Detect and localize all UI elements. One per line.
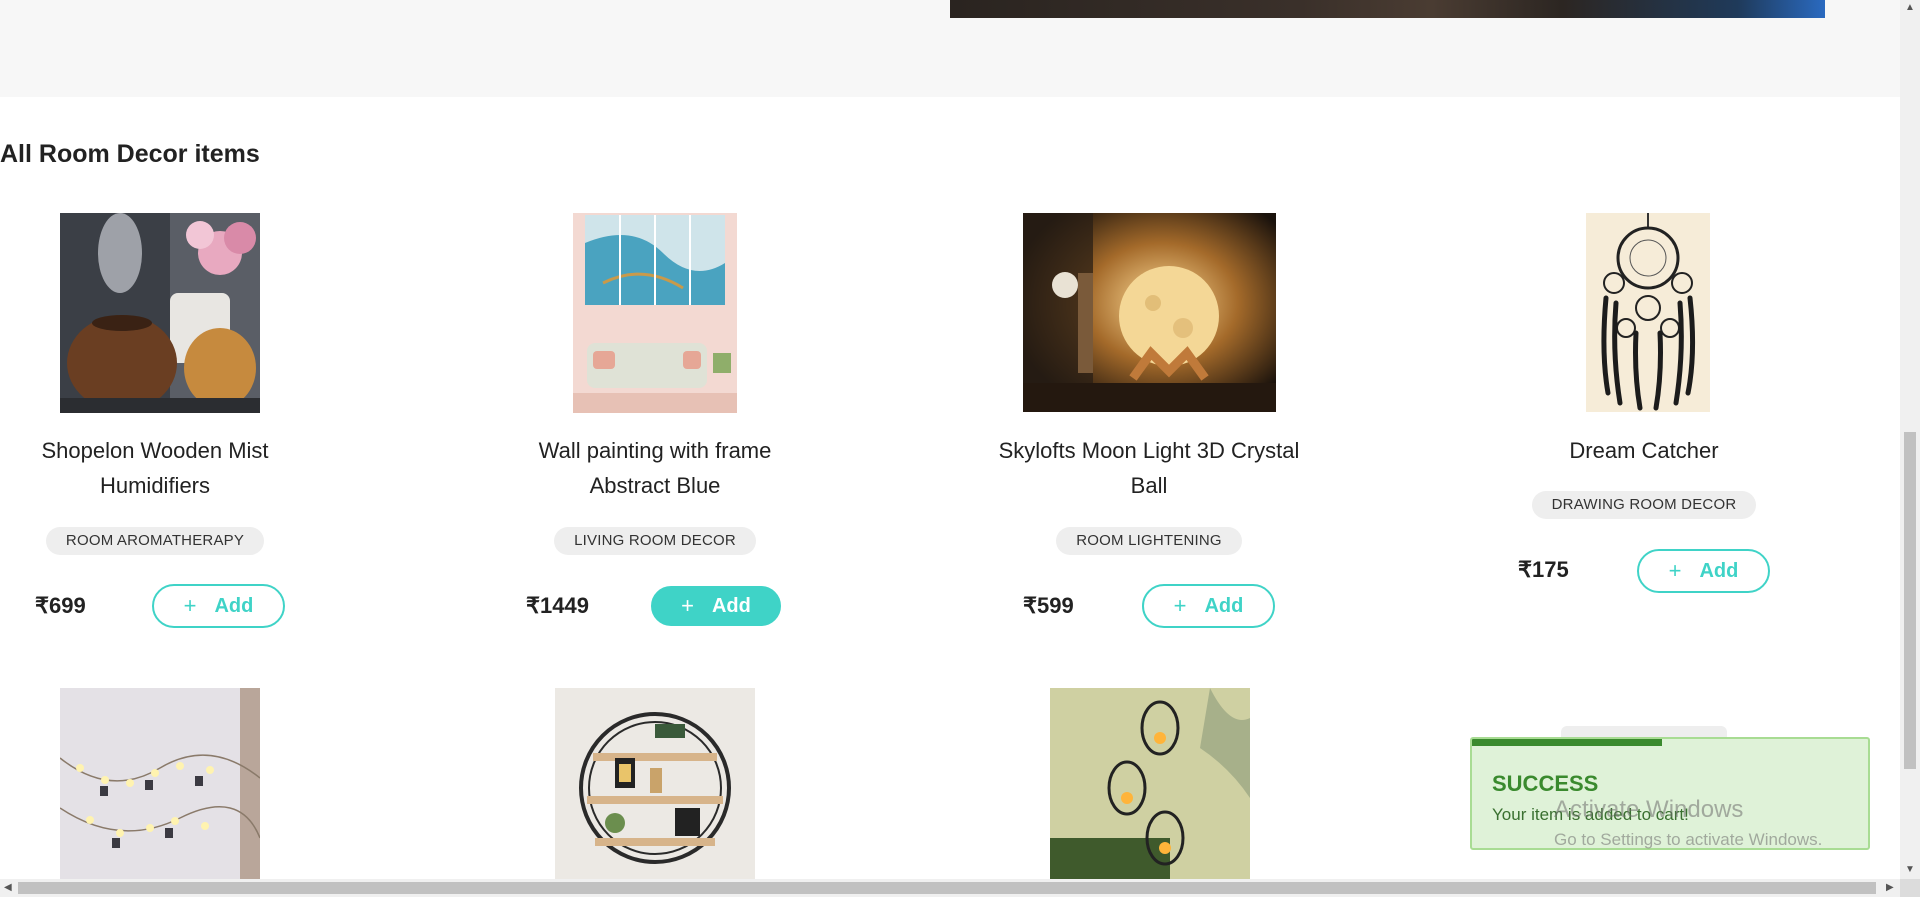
category-badge xyxy=(1561,726,1727,737)
plus-icon: + xyxy=(183,593,197,618)
product-price: ₹1449 xyxy=(526,593,589,618)
scroll-up-arrow-icon[interactable]: ▲ xyxy=(1905,2,1915,13)
product-name[interactable]: Skylofts Moon Light 3D Crystal Ball xyxy=(909,433,1389,503)
category-badge: ROOM LIGHTENING xyxy=(1056,527,1242,555)
scroll-right-arrow-icon[interactable]: ▶ xyxy=(1886,882,1894,893)
add-to-cart-button[interactable]: + Add xyxy=(651,586,781,626)
scroll-left-arrow-icon[interactable]: ◀ xyxy=(4,882,12,893)
plus-icon: + xyxy=(681,593,694,618)
add-to-cart-button[interactable]: + Add xyxy=(1637,549,1770,593)
add-to-cart-button[interactable]: + Add xyxy=(152,584,285,628)
category-badge: LIVING ROOM DECOR xyxy=(554,527,756,555)
hero-section xyxy=(0,0,1900,97)
product-image-tealight-holder[interactable] xyxy=(1050,688,1250,879)
product-image-humidifier[interactable] xyxy=(60,213,260,413)
category-badge: DRAWING ROOM DECOR xyxy=(1531,491,1757,519)
add-button-label: Add xyxy=(711,594,751,617)
vertical-scrollbar[interactable]: ▲ ▼ xyxy=(1900,0,1920,879)
page: All Room Decor items Shopelon Wooden Mis… xyxy=(0,0,1920,897)
category-badge: ROOM AROMATHERAPY xyxy=(45,527,265,555)
section-title: All Room Decor items xyxy=(0,140,260,168)
product-name[interactable]: Wall painting with frame Abstract Blue xyxy=(415,433,895,503)
vertical-scroll-thumb[interactable] xyxy=(1904,432,1916,769)
product-name[interactable]: Dream Catcher xyxy=(1404,433,1884,468)
horizontal-scrollbar[interactable]: ◀ ▶ xyxy=(0,879,1900,897)
product-image-wall-shelf[interactable] xyxy=(555,688,755,879)
scroll-down-arrow-icon[interactable]: ▼ xyxy=(1905,864,1915,875)
product-image-moon-lamp[interactable] xyxy=(1023,213,1276,412)
add-to-cart-button[interactable]: + Add xyxy=(1142,584,1275,628)
plus-icon: + xyxy=(1668,558,1682,583)
scrollbar-corner xyxy=(1900,879,1920,897)
add-button-label: Add xyxy=(1204,594,1244,617)
product-price: ₹599 xyxy=(1023,593,1074,618)
watermark-title: Activate Windows xyxy=(1554,796,1744,823)
plus-icon: + xyxy=(1173,593,1187,618)
add-button-label: Add xyxy=(214,594,254,617)
add-button-label: Add xyxy=(1699,559,1739,582)
watermark-subtitle: Go to Settings to activate Windows. xyxy=(1554,830,1823,849)
windows-activation-watermark: Activate Windows Go to Settings to activ… xyxy=(1554,796,1822,850)
product-price: ₹699 xyxy=(35,593,86,618)
product-image-fairy-lights[interactable] xyxy=(60,688,260,879)
toast-title: SUCCESS xyxy=(1492,771,1599,796)
product-image-wall-painting[interactable] xyxy=(573,213,737,413)
hero-banner-image xyxy=(950,0,1825,18)
horizontal-scroll-thumb[interactable] xyxy=(18,882,1876,894)
product-name[interactable]: Shopelon Wooden Mist Humidifiers xyxy=(0,433,395,503)
product-image-dream-catcher[interactable] xyxy=(1586,213,1710,412)
product-price: ₹175 xyxy=(1518,557,1569,582)
toast-progress-bar xyxy=(1472,739,1663,746)
